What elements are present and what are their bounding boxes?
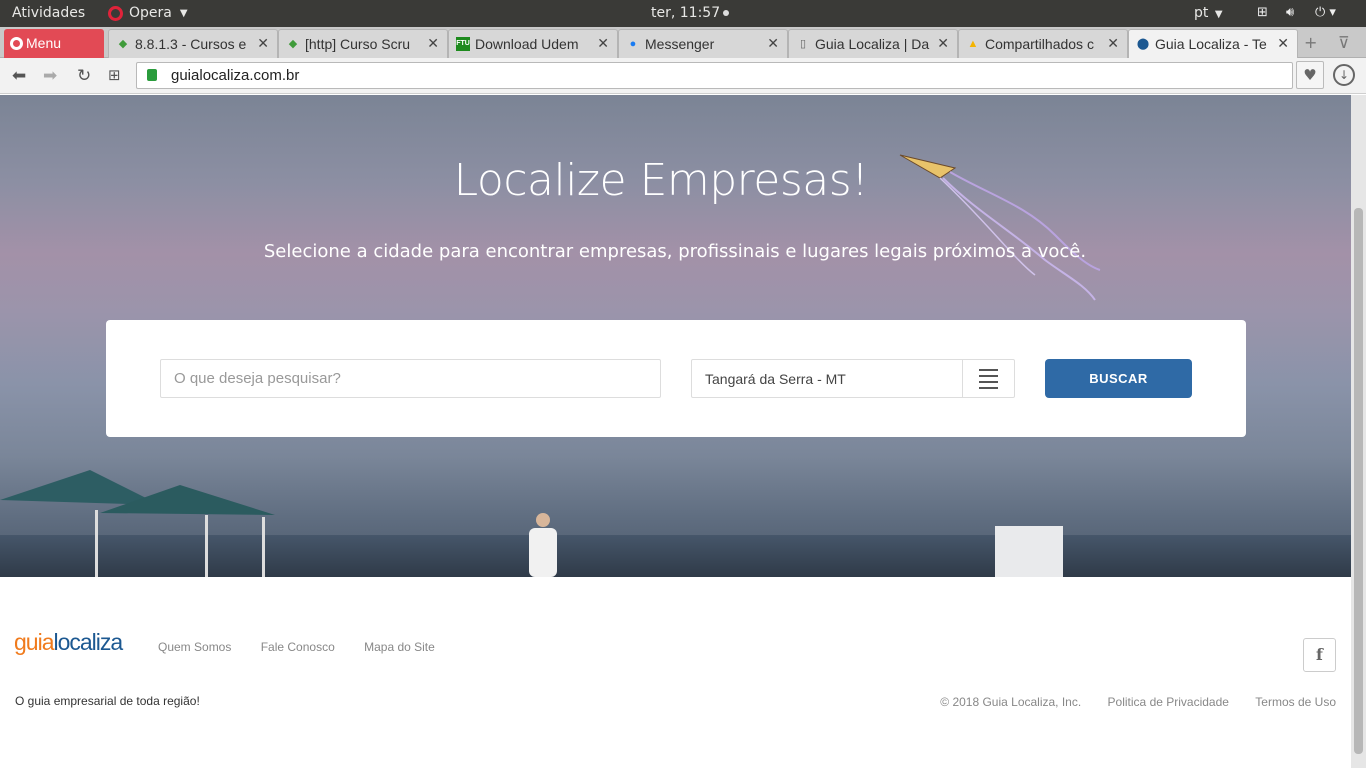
opera-logo-icon: [108, 5, 123, 21]
network-icon[interactable]: ⊞: [1257, 5, 1268, 20]
notification-dot-icon: [723, 10, 730, 16]
close-tab-icon[interactable]: ✕: [767, 35, 779, 52]
tab-menu-icon[interactable]: ⊽: [1338, 33, 1350, 52]
scrollbar-thumb[interactable]: [1354, 208, 1363, 754]
app-menu-button[interactable]: Opera ▼: [108, 5, 188, 21]
tab-curso-scrum[interactable]: ◆ [http] Curso Scru ✕: [278, 29, 448, 58]
chevron-down-icon: ▼: [179, 7, 188, 19]
tab-label: 8.8.1.3 - Cursos e: [135, 36, 247, 52]
opera-menu-button[interactable]: Menu: [4, 29, 104, 58]
back-arrow-icon[interactable]: ⬅: [12, 66, 26, 86]
tab-guia-localiza-da[interactable]: ▯ Guia Localiza | Da ✕: [788, 29, 958, 58]
url-text[interactable]: guialocaliza.com.br: [171, 67, 299, 84]
hamburger-menu-icon[interactable]: [962, 360, 1014, 397]
tab-label: Messenger: [645, 36, 715, 52]
person-image: [529, 513, 557, 577]
clock-text: ter, 11:57: [651, 5, 721, 21]
close-tab-icon[interactable]: ✕: [1107, 35, 1119, 52]
tab-label: [http] Curso Scru: [305, 36, 411, 52]
messenger-icon: ●: [629, 38, 637, 50]
google-drive-icon: ▲: [967, 38, 979, 50]
heart-icon[interactable]: ♥: [1296, 61, 1324, 89]
speed-dial-grid-icon[interactable]: ⊞: [108, 66, 121, 84]
app-name: Opera: [129, 5, 172, 21]
tab-cursos[interactable]: ◆ 8.8.1.3 - Cursos e ✕: [108, 29, 278, 58]
tab-compartilhados[interactable]: ▲ Compartilhados c ✕: [958, 29, 1128, 58]
new-tab-icon[interactable]: +: [1304, 33, 1317, 52]
logo-part2: localiza: [53, 629, 123, 655]
close-tab-icon[interactable]: ✕: [937, 35, 949, 52]
link-quem-somos[interactable]: Quem Somos: [158, 640, 231, 654]
guialocaliza-logo[interactable]: guialocaliza: [14, 629, 123, 656]
tab-strip: Menu ◆ 8.8.1.3 - Cursos e ✕ ◆ [http] Cur…: [0, 27, 1366, 59]
tab-messenger[interactable]: ● Messenger ✕: [618, 29, 788, 58]
power-icon[interactable]: ⏻ ▾: [1315, 5, 1336, 20]
language-label: pt: [1194, 5, 1209, 21]
search-button[interactable]: BUSCAR: [1045, 359, 1192, 398]
tents-image: [0, 470, 275, 577]
clock[interactable]: ter, 11:57: [651, 5, 730, 21]
close-tab-icon[interactable]: ✕: [1277, 35, 1289, 52]
tab-label: Download Udem: [475, 36, 579, 52]
link-privacy[interactable]: Politica de Privacidade: [1108, 695, 1229, 709]
page-subtitle: Selecione a cidade para encontrar empres…: [263, 241, 1087, 262]
system-top-bar: Atividades Opera ▼ ter, 11:57 pt ▼ ⊞ 🔊︎ …: [0, 0, 1366, 27]
copyright: © 2018 Guia Localiza, Inc.: [940, 695, 1082, 709]
link-terms[interactable]: Termos de Uso: [1255, 695, 1336, 709]
location-pin-icon: ⬤: [1136, 38, 1150, 50]
reload-icon[interactable]: ↻: [77, 66, 91, 86]
logo-part1: guia: [14, 629, 54, 655]
search-input[interactable]: [160, 359, 661, 398]
link-fale-conosco[interactable]: Fale Conosco: [261, 640, 335, 654]
address-toolbar: ⬅ ➡ ↻ ⊞ guialocaliza.com.br ♥ ↓: [0, 58, 1366, 94]
legal-links: © 2018 Guia Localiza, Inc. Politica de P…: [917, 695, 1336, 709]
address-bar[interactable]: guialocaliza.com.br: [136, 62, 1293, 89]
forward-arrow-icon[interactable]: ➡: [43, 66, 57, 86]
footer-links: Quem Somos Fale Conosco Mapa do Site: [158, 640, 461, 654]
document-icon: ▯: [799, 38, 807, 50]
close-tab-icon[interactable]: ✕: [427, 35, 439, 52]
download-icon[interactable]: ↓: [1333, 64, 1355, 86]
facebook-icon[interactable]: f: [1303, 638, 1336, 672]
city-select[interactable]: Tangará da Serra - MT: [691, 359, 1015, 398]
close-tab-icon[interactable]: ✕: [257, 35, 269, 52]
vertical-scrollbar[interactable]: [1351, 95, 1366, 768]
tab-label: Compartilhados c: [985, 36, 1094, 52]
opera-logo-icon: [10, 37, 23, 50]
tagline: O guia empresarial de toda região!: [15, 694, 200, 708]
menu-label: Menu: [26, 35, 62, 51]
volume-icon[interactable]: 🔊︎: [1286, 5, 1294, 20]
green-diamond-icon: ◆: [288, 38, 298, 50]
white-board-image: [995, 526, 1063, 577]
link-mapa-do-site[interactable]: Mapa do Site: [364, 640, 435, 654]
close-tab-icon[interactable]: ✕: [597, 35, 609, 52]
activities-button[interactable]: Atividades: [12, 5, 85, 21]
footer: guialocaliza Quem Somos Fale Conosco Map…: [0, 577, 1351, 768]
tab-download-udemy[interactable]: FTU Download Udem ✕: [448, 29, 618, 58]
tab-label: Guia Localiza | Da: [815, 36, 930, 52]
tab-label: Guia Localiza - Te: [1155, 36, 1267, 52]
green-diamond-icon: ◆: [118, 38, 128, 50]
ftu-icon: FTU: [456, 37, 470, 51]
language-indicator[interactable]: pt ▼: [1194, 5, 1223, 21]
tab-guia-localiza-active[interactable]: ⬤ Guia Localiza - Te ✕: [1128, 29, 1298, 59]
hero-section: Localize Empresas! Selecione a cidade pa…: [0, 95, 1351, 577]
page-title: Localize Empresas!: [453, 155, 869, 206]
lock-icon: [147, 69, 157, 81]
search-card: Tangará da Serra - MT BUSCAR: [106, 320, 1246, 437]
city-value: Tangará da Serra - MT: [705, 371, 846, 387]
chevron-down-icon: ▼: [1214, 9, 1223, 20]
